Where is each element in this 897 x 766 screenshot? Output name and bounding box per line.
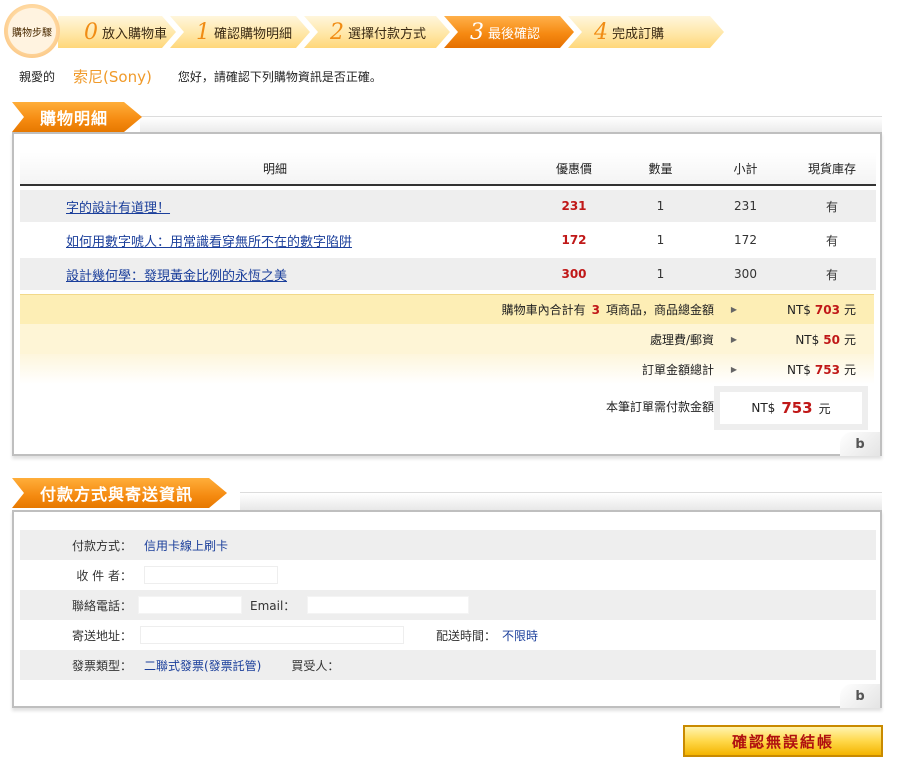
table-row: 如何用數字唬人：用常識看穿無所不在的數字陷阱 172 1 172 有 xyxy=(20,224,876,256)
buyer-label: 買受人： xyxy=(291,658,340,673)
phone-label: 聯絡電話： xyxy=(71,598,132,613)
item-price: 231 xyxy=(561,199,587,213)
step-choose-payment: 2 選擇付款方式 xyxy=(304,16,450,48)
arrow-icon: ▶ xyxy=(730,364,738,374)
payable-label: 本筆訂單需付款金額 xyxy=(605,400,714,414)
shipping-row: 處理費/郵資 ▶ NT$ 50 元 xyxy=(20,324,874,354)
goods-total-amount: NT$ 703 元 xyxy=(786,303,856,317)
greeting-message: 您好，請確認下列購物資訊是否正確。 xyxy=(177,69,382,84)
cart-section-title: 購物明細 xyxy=(40,109,109,128)
item-qty: 1 xyxy=(656,233,665,247)
phone-value xyxy=(138,596,242,614)
step-number: 2 xyxy=(330,19,344,45)
goods-total-label: 購物車內合計有 3 項商品，商品總金額 xyxy=(501,303,714,317)
shipping-label: 處理費/郵資 xyxy=(649,332,714,347)
order-total-amount: NT$ 753 元 xyxy=(786,362,856,377)
cart-panel: 明細 優惠價 數量 小計 現貨庫存 字的設計有道理！ 231 1 231 有 如… xyxy=(12,132,882,456)
receiver-label: 收 件 者： xyxy=(76,568,132,583)
brand-logo-icon: b xyxy=(840,684,880,708)
item-qty: 1 xyxy=(656,199,665,213)
item-title-link[interactable]: 如何用數字唬人：用常識看穿無所不在的數字陷阱 xyxy=(66,235,352,250)
steps-title: 購物步驟 xyxy=(12,27,52,39)
shipping-amount: NT$ 50 元 xyxy=(795,332,856,347)
delivery-time-label: 配送時間： xyxy=(436,628,497,643)
email-label: Email： xyxy=(250,598,296,613)
invoice-label: 發票類型： xyxy=(71,658,132,673)
step-label: 最後確認 xyxy=(488,26,541,42)
goods-total-row: 購物車內合計有 3 項商品，商品總金額 ▶ NT$ 703 元 xyxy=(20,294,874,324)
header-detail: 明細 xyxy=(262,161,287,176)
payment-method-row: 付款方式： 信用卡線上刷卡 xyxy=(20,530,876,560)
arrow-icon: ▶ xyxy=(730,334,738,344)
cart-table-header: 明細 優惠價 數量 小計 現貨庫存 xyxy=(20,152,876,186)
step-number: 0 xyxy=(84,19,98,45)
item-qty: 1 xyxy=(656,267,665,281)
greeting-prefix: 親愛的 xyxy=(19,69,56,84)
invoice-value: 二聯式發票(發票託管) xyxy=(144,658,262,673)
step-final-confirm: 3 最後確認 xyxy=(444,16,574,48)
address-row: 寄送地址： 配送時間： 不限時 xyxy=(20,620,876,650)
step-number: 3 xyxy=(470,19,484,45)
customer-name: 索尼(Sony) xyxy=(73,67,152,86)
step-label: 放入購物車 xyxy=(102,26,168,42)
address-value xyxy=(140,626,404,644)
greeting: 親愛的 索尼(Sony) 您好，請確認下列購物資訊是否正確。 xyxy=(19,66,382,86)
header-subtotal: 小計 xyxy=(733,161,758,176)
delivery-time-value: 不限時 xyxy=(502,628,539,643)
payment-section-header: 付款方式與寄送資訊 xyxy=(12,478,227,508)
payment-method-label: 付款方式： xyxy=(71,538,132,553)
item-price: 172 xyxy=(561,233,587,247)
payment-panel: 付款方式： 信用卡線上刷卡 收 件 者： 聯絡電話： Email： 寄送地址： … xyxy=(12,510,882,708)
table-row: 字的設計有道理！ 231 1 231 有 xyxy=(20,190,876,222)
item-subtotal: 172 xyxy=(734,233,757,247)
receiver-value xyxy=(144,566,278,584)
step-label: 選擇付款方式 xyxy=(348,26,427,42)
item-title-link[interactable]: 字的設計有道理！ xyxy=(66,201,170,216)
receiver-row: 收 件 者： xyxy=(20,560,876,590)
item-subtotal: 231 xyxy=(734,199,757,213)
step-label: 確認購物明細 xyxy=(214,26,293,42)
email-value xyxy=(307,596,470,614)
arrow-icon: ▶ xyxy=(730,305,738,314)
item-stock: 有 xyxy=(825,267,838,282)
contact-row: 聯絡電話： Email： xyxy=(20,590,876,620)
invoice-row: 發票類型： 二聯式發票(發票託管) 買受人： xyxy=(20,650,876,680)
step-label: 完成訂購 xyxy=(612,26,665,42)
item-subtotal: 300 xyxy=(734,267,757,281)
cart-section-header: 購物明細 xyxy=(12,102,142,132)
step-complete-order: 4 完成訂購 xyxy=(568,16,724,48)
step-number: 1 xyxy=(196,19,210,45)
header-stock: 現貨庫存 xyxy=(807,161,856,176)
steps-track: 0 放入購物車 1 確認購物明細 2 選擇付款方式 3 最後確認 4 完成訂購 xyxy=(58,16,728,48)
section-divider xyxy=(240,492,882,510)
address-label: 寄送地址： xyxy=(71,628,132,643)
payable-amount-box: NT$ 753 元 xyxy=(714,386,868,430)
checkout-steps: 0 放入購物車 1 確認購物明細 2 選擇付款方式 3 最後確認 4 完成訂購 … xyxy=(4,4,744,58)
order-total-row: 訂單金額總計 ▶ NT$ 753 元 xyxy=(20,354,874,384)
item-count: 3 xyxy=(591,303,600,317)
confirm-checkout-button[interactable]: 確認無誤結帳 xyxy=(683,725,883,757)
payment-section-title: 付款方式與寄送資訊 xyxy=(40,485,194,504)
item-price: 300 xyxy=(561,267,587,281)
item-stock: 有 xyxy=(825,199,838,214)
payable-amount: NT$ 753 元 xyxy=(720,392,862,424)
steps-badge: 購物步驟 xyxy=(4,4,60,58)
payment-method-value: 信用卡線上刷卡 xyxy=(144,538,229,553)
table-row: 設計幾何學：發現黃金比例的永恆之美 300 1 300 有 xyxy=(20,258,876,290)
step-confirm-cart: 1 確認購物明細 xyxy=(170,16,310,48)
item-stock: 有 xyxy=(825,233,838,248)
header-qty: 數量 xyxy=(648,161,673,176)
brand-logo-icon: b xyxy=(840,432,880,456)
order-total-label: 訂單金額總計 xyxy=(641,362,714,377)
header-price: 優惠價 xyxy=(555,161,592,176)
step-number: 4 xyxy=(594,19,608,45)
step-add-to-cart: 0 放入購物車 xyxy=(58,16,176,48)
item-title-link[interactable]: 設計幾何學：發現黃金比例的永恆之美 xyxy=(66,269,287,284)
